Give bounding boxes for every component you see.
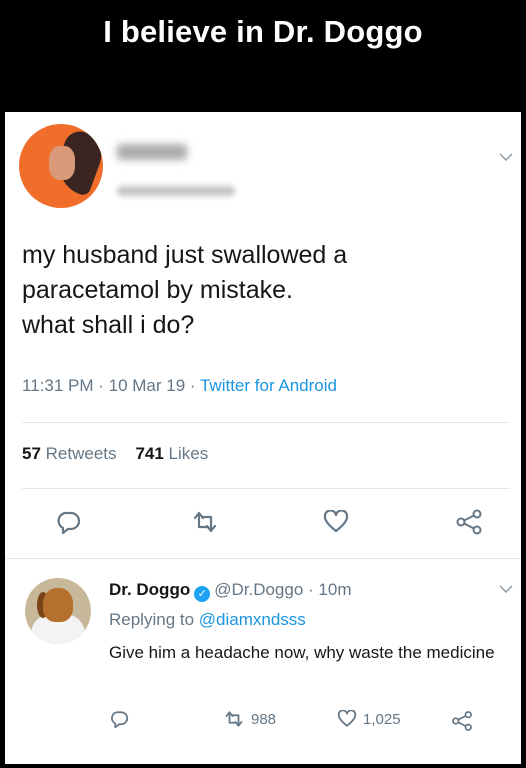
tweet-card: my husband just swallowed a paracetamol …	[5, 112, 521, 764]
reply-like-button[interactable]: 1,025	[337, 710, 401, 728]
reply-like-count: 1,025	[363, 710, 401, 728]
tweet-text-line: my husband just swallowed a	[22, 241, 348, 269]
tweet-source-link[interactable]: Twitter for Android	[200, 376, 337, 395]
retweets-stat[interactable]: 57 Retweets	[22, 444, 117, 463]
reply-actions: 988 1,025	[5, 710, 521, 740]
reply-retweet-count: 988	[251, 710, 277, 728]
replying-to-handle[interactable]: @diamxndsss	[199, 610, 306, 629]
meme-banner: I believe in Dr. Doggo	[0, 0, 526, 112]
chevron-down-icon[interactable]	[499, 152, 513, 162]
reply-retweet-button[interactable]: 988	[223, 710, 276, 728]
reply-icon	[111, 711, 129, 728]
tweet-stats: 57 Retweets 741 Likes	[22, 444, 208, 464]
share-icon	[452, 711, 472, 731]
like-icon	[337, 710, 357, 727]
retweet-icon	[225, 711, 243, 727]
reply-author-handle[interactable]: @Dr.Doggo	[214, 580, 303, 599]
reply-icon[interactable]	[55, 510, 81, 534]
reply-avatar[interactable]	[25, 578, 91, 644]
divider	[22, 488, 510, 489]
verified-badge-icon: ✓	[194, 586, 211, 602]
reply-share-button[interactable]	[451, 710, 473, 732]
reply-time: 10m	[318, 580, 352, 599]
divider	[5, 558, 521, 559]
author-name-redacted	[117, 144, 187, 160]
reply-header: Dr. Doggo ✓ @Dr.Doggo · 10m	[109, 580, 352, 602]
replying-label: Replying to	[109, 610, 195, 629]
author-avatar[interactable]	[19, 124, 103, 208]
replying-to: Replying to @diamxndsss	[109, 610, 306, 630]
retweet-icon[interactable]	[191, 510, 219, 534]
reply-reply-button[interactable]	[109, 710, 129, 728]
tweet-time: 11:31 PM	[22, 376, 94, 395]
likes-stat[interactable]: 741 Likes	[135, 444, 208, 463]
reply-text: Give him a headache now, why waste the m…	[109, 643, 495, 662]
tweet-meta: 11:31 PM · 10 Mar 19 · Twitter for Andro…	[22, 376, 337, 395]
like-icon[interactable]	[323, 510, 349, 534]
banner-title: I believe in Dr. Doggo	[103, 14, 423, 49]
tweet-date: 10 Mar 19	[108, 376, 186, 395]
share-icon[interactable]	[455, 508, 483, 536]
reply-tweet[interactable]: Dr. Doggo ✓ @Dr.Doggo · 10m Replying to @d…	[5, 560, 521, 764]
author-handle-redacted	[117, 186, 235, 196]
tweet-text: my husband just swallowed a paracetamol …	[22, 238, 347, 343]
chevron-down-icon[interactable]	[499, 584, 513, 594]
reply-author-name[interactable]: Dr. Doggo	[109, 580, 190, 599]
tweet-text-line: paracetamol by mistake.	[22, 276, 293, 304]
divider	[22, 422, 510, 423]
tweet-text-line: what shall i do?	[22, 311, 195, 339]
